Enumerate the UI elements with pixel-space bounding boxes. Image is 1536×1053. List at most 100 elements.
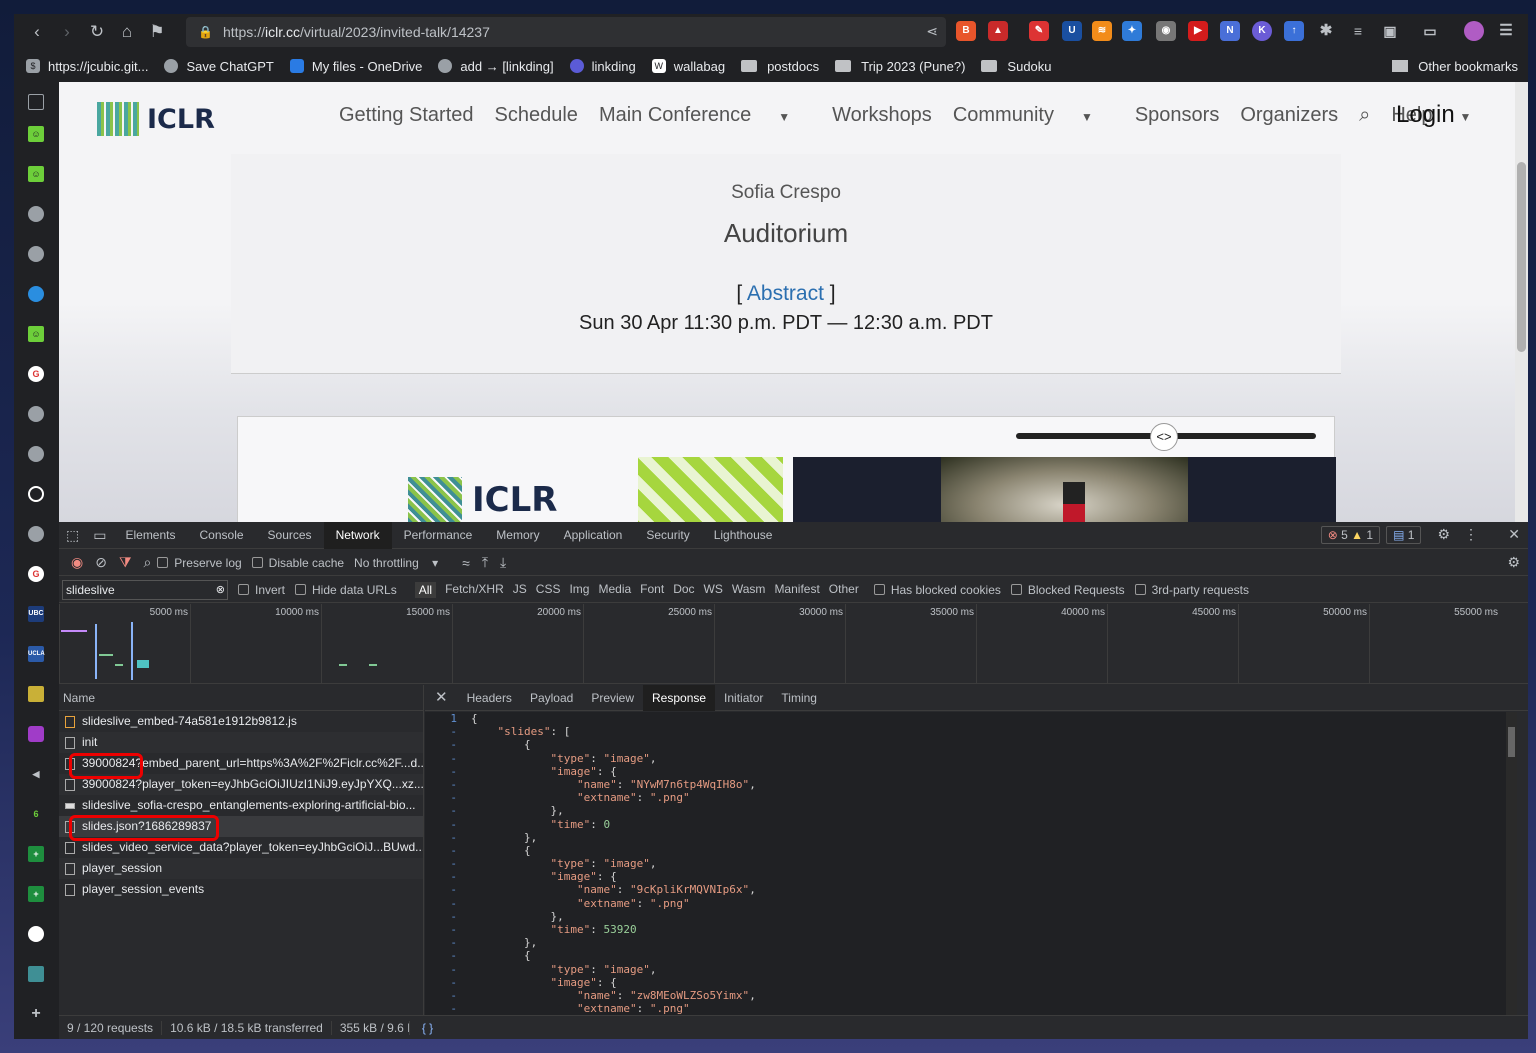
wallet-icon[interactable]: ▭ <box>1420 21 1440 41</box>
filter-js[interactable]: JS <box>513 582 527 598</box>
nav-main-conference[interactable]: Main Conference ▼ <box>599 104 811 127</box>
bookmark-item[interactable]: Save ChatGPT <box>164 59 274 74</box>
filter-all[interactable]: All <box>414 581 437 598</box>
settings-icon[interactable]: ⚙ <box>1507 554 1520 571</box>
message-badge[interactable]: ▤ 1 <box>1386 526 1422 544</box>
filter-fetch-xhr[interactable]: Fetch/XHR <box>445 582 504 598</box>
bookmark-folder[interactable]: postdocs <box>741 59 819 74</box>
tab-response[interactable]: Response <box>643 684 716 711</box>
iclr-logo[interactable]: ICLR <box>97 102 215 136</box>
sheets-icon[interactable]: + <box>28 886 44 902</box>
more-icon[interactable]: ⋮ <box>1464 526 1478 544</box>
tab-network[interactable]: Network <box>323 521 392 549</box>
download-icon[interactable]: ⤓ <box>500 554 506 571</box>
address-bar[interactable]: 🔒 https://iclr.cc/virtual/2023/invited-t… <box>186 17 946 47</box>
tab-security[interactable]: Security <box>634 522 701 549</box>
hide-data-urls-checkbox[interactable]: Hide data URLs <box>295 583 397 597</box>
preserve-log-checkbox[interactable]: Preserve log <box>157 556 242 570</box>
nav-community[interactable]: Community ▼ <box>953 104 1114 127</box>
menu-icon[interactable]: ☰ <box>1496 21 1516 41</box>
tab-sources[interactable]: Sources <box>256 522 324 549</box>
brave-rewards-icon[interactable]: ▲ <box>988 21 1008 41</box>
tab-lighthouse[interactable]: Lighthouse <box>702 522 785 549</box>
tab-payload[interactable]: Payload <box>521 685 582 711</box>
inspect-icon[interactable]: ⬚ <box>59 522 86 549</box>
upload-icon[interactable]: ⤒ <box>482 554 488 571</box>
globe-icon[interactable] <box>28 526 44 542</box>
bookmark-item[interactable]: add → [linkding] <box>438 59 554 74</box>
rss-icon[interactable]: ≋ <box>1092 21 1112 41</box>
error-badge[interactable]: ⊗ 5 ▲ 1 <box>1320 526 1381 544</box>
filter-doc[interactable]: Doc <box>673 582 694 598</box>
other-bookmarks[interactable]: Other bookmarks <box>1392 59 1518 74</box>
tab-performance[interactable]: Performance <box>392 522 485 549</box>
blocked-requests-checkbox[interactable]: Blocked Requests <box>1010 583 1125 597</box>
bookmark-icon[interactable]: ⚑ <box>142 22 172 42</box>
filter-font[interactable]: Font <box>640 582 664 598</box>
response-scrollbar[interactable] <box>1506 712 1517 1015</box>
nav-organizers[interactable]: Organizers <box>1240 104 1338 127</box>
iclr-tab-icon[interactable] <box>28 966 44 982</box>
sheets-icon[interactable]: + <box>28 846 44 862</box>
request-row[interactable]: player_session_events <box>59 879 423 900</box>
filter-ws[interactable]: WS <box>704 582 723 598</box>
response-body[interactable]: 1---------------------- { "slides": [ { … <box>425 712 1517 1015</box>
nav-schedule[interactable]: Schedule <box>495 104 578 127</box>
bookmark-folder[interactable]: Sudoku <box>981 59 1052 74</box>
settings-icon[interactable]: ⚙ <box>1437 526 1450 544</box>
blocked-cookies-checkbox[interactable]: Has blocked cookies <box>873 583 1001 597</box>
tab-headers[interactable]: Headers <box>458 685 521 711</box>
tab-memory[interactable]: Memory <box>484 522 551 549</box>
globe-icon[interactable] <box>28 206 44 222</box>
back-icon[interactable]: ‹ <box>22 22 52 42</box>
login-link[interactable]: Login <box>1396 101 1455 129</box>
globe-icon[interactable] <box>28 446 44 462</box>
reload-icon[interactable]: ↻ <box>82 22 112 42</box>
tab-timing[interactable]: Timing <box>772 685 826 711</box>
profile-avatar-icon[interactable] <box>1464 21 1484 41</box>
filter-icon[interactable]: ⧩ <box>119 554 132 571</box>
filter-input[interactable]: slideslive ⊗ <box>62 579 228 600</box>
wifi-icon[interactable]: ≈ <box>462 555 470 571</box>
sidebar-panel-icon[interactable] <box>28 94 44 110</box>
smiley-app-icon[interactable]: ☺ <box>28 166 44 182</box>
globe-icon[interactable] <box>28 246 44 262</box>
bookmark-item[interactable]: $ https://jcubic.git... <box>26 59 148 74</box>
nav-getting-started[interactable]: Getting Started <box>339 104 474 127</box>
tab-preview[interactable]: Preview <box>582 685 643 711</box>
github-icon[interactable] <box>28 926 44 942</box>
close-detail-icon[interactable]: ✕ <box>425 685 458 711</box>
bookmark-folder[interactable]: Trip 2023 (Pune?) <box>835 59 965 74</box>
page-scrollbar[interactable] <box>1515 82 1528 522</box>
search-icon[interactable]: ⌕ <box>143 554 151 571</box>
filter-media[interactable]: Media <box>598 582 631 598</box>
home-icon[interactable]: ⌂ <box>112 22 142 42</box>
nav-sponsors[interactable]: Sponsors <box>1135 104 1220 127</box>
circle-app-icon[interactable] <box>28 486 44 502</box>
bookmark-item[interactable]: Wwallabag <box>651 59 725 74</box>
filter-other[interactable]: Other <box>829 582 859 598</box>
throttling-select[interactable]: No throttling ▾ <box>354 556 438 570</box>
app-icon[interactable] <box>28 686 44 702</box>
extension-blue-icon[interactable]: ✦ <box>1122 21 1142 41</box>
extension-red-icon[interactable]: ✎ <box>1029 21 1049 41</box>
filter-wasm[interactable]: Wasm <box>732 582 766 598</box>
share-icon[interactable]: ⋖ <box>926 23 938 40</box>
request-row[interactable]: init <box>59 732 423 753</box>
tab-console[interactable]: Console <box>188 522 256 549</box>
globe-icon[interactable] <box>28 406 44 422</box>
clear-icon[interactable]: ⊘ <box>95 554 107 571</box>
network-overview[interactable]: 5000 ms 10000 ms 15000 ms 20000 ms 25000… <box>59 604 1528 684</box>
extension-circle-icon[interactable]: K <box>1252 21 1272 41</box>
filter-img[interactable]: Img <box>569 582 589 598</box>
request-row[interactable]: player_session <box>59 858 423 879</box>
name-column-header[interactable]: Name <box>59 685 423 711</box>
playlist-icon[interactable]: ≡ <box>1348 21 1368 41</box>
brave-shield-icon[interactable]: B <box>956 21 976 41</box>
search-icon[interactable]: ⌕ <box>1359 104 1370 127</box>
split-slider-handle[interactable]: <> <box>1150 423 1178 451</box>
tab-initiator[interactable]: Initiator <box>715 685 772 711</box>
format-icon[interactable]: { } <box>414 1021 441 1035</box>
youtube-icon[interactable]: ▶ <box>1188 21 1208 41</box>
extension-new-icon[interactable]: N <box>1220 21 1240 41</box>
